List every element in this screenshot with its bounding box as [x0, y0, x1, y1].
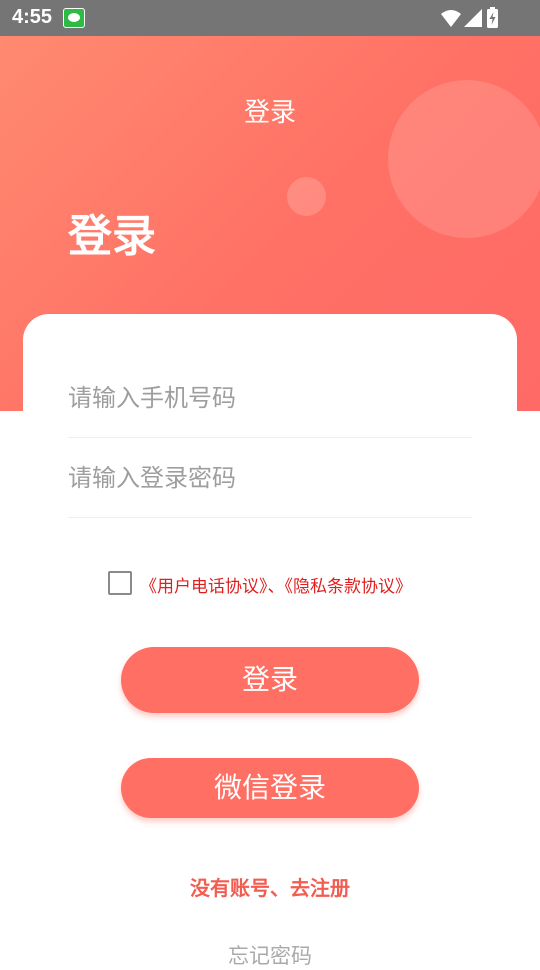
agreement-link[interactable]: 《用户电话协议》、《隐私条款协议》 [140, 572, 412, 597]
nav-title: 登录 [243, 98, 296, 128]
phone-input[interactable] [68, 378, 472, 418]
page-title: 登录 [68, 211, 156, 262]
password-field [68, 438, 472, 518]
phone-field [68, 358, 472, 438]
status-bar: 4:55 [0, 0, 540, 36]
cellular-signal-icon [464, 9, 482, 27]
wifi-icon [441, 10, 461, 27]
decorative-circle-small [287, 177, 326, 216]
login-button[interactable]: 登录 [121, 647, 419, 713]
status-time: 4:55 [12, 6, 53, 28]
register-link[interactable]: 没有账号、去注册 [0, 872, 540, 901]
wechat-login-button[interactable]: 微信登录 [121, 758, 419, 818]
agreement-checkbox[interactable] [108, 571, 132, 595]
app-notification-icon [63, 8, 85, 28]
battery-charging-icon [487, 7, 498, 28]
status-icons [441, 7, 498, 28]
password-input[interactable] [68, 458, 472, 498]
forgot-password-link[interactable]: 忘记密码 [0, 940, 540, 970]
